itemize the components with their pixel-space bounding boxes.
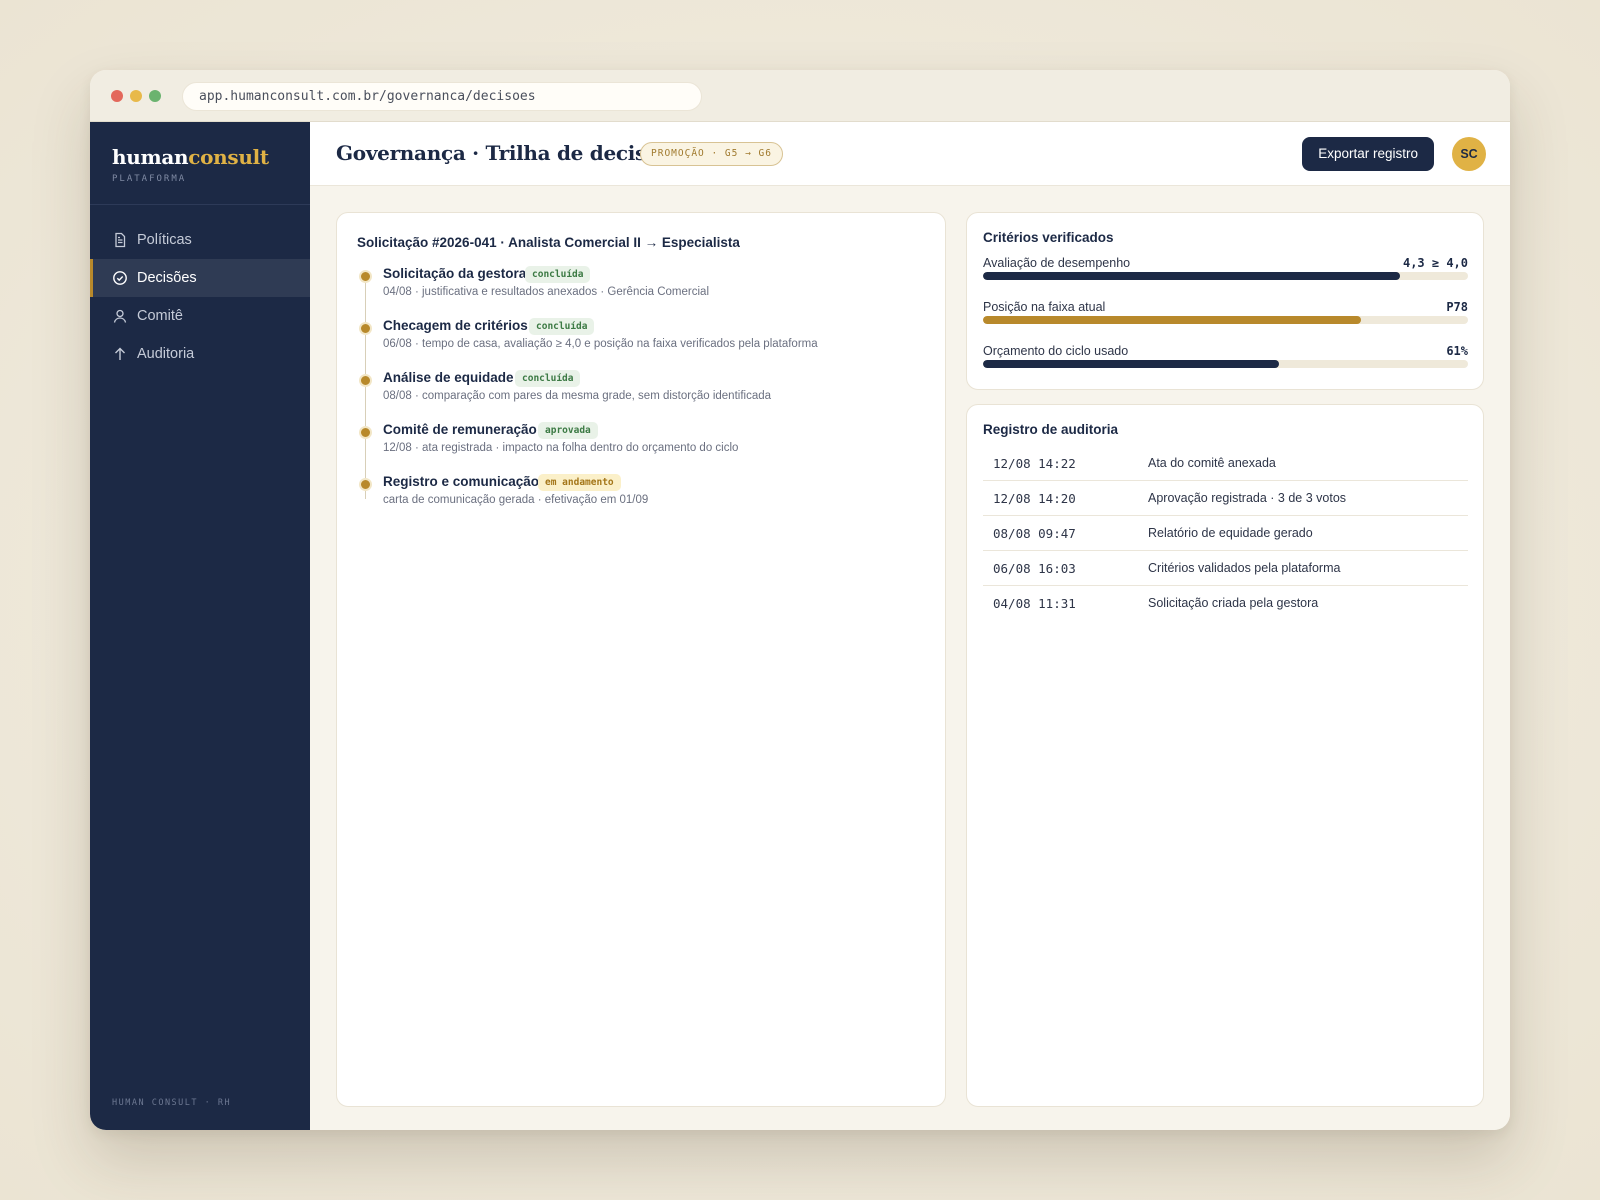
request-title: Solicitação #2026-041 · Analista Comerci… <box>357 235 740 250</box>
table-row: 04/08 11:31 Solicitação criada pela gest… <box>983 586 1468 621</box>
sidebar-item-label: Comitê <box>137 308 183 324</box>
brand-logo: humanconsult <box>112 145 269 169</box>
step-description: 08/08 · comparação com pares da mesma gr… <box>383 390 772 402</box>
audit-time: 04/08 11:31 <box>993 596 1076 611</box>
step-description: 04/08 · justificativa e resultados anexa… <box>383 286 709 298</box>
export-record-button[interactable]: Exportar registro <box>1302 137 1434 171</box>
timeline-step: Comitê de remuneração aprovada 12/08 · a… <box>357 421 927 461</box>
progress-fill <box>983 316 1362 324</box>
step-dot <box>359 374 372 387</box>
metric-label: Avaliação de desempenho <box>983 256 1131 270</box>
audit-event: Solicitação criada pela gestora <box>1148 596 1319 610</box>
progress-track <box>983 272 1468 280</box>
table-row: 12/08 14:20 Aprovação registrada · 3 de … <box>983 481 1468 516</box>
maximize-window-button[interactable] <box>149 90 161 102</box>
audit-time: 12/08 14:22 <box>993 456 1076 471</box>
status-badge: aprovada <box>538 422 598 439</box>
audit-table: 12/08 14:22 Ata do comitê anexada 12/08 … <box>983 446 1468 621</box>
request-card: Solicitação #2026-041 · Analista Comerci… <box>336 212 946 1107</box>
step-title: Solicitação da gestora <box>383 266 527 281</box>
progress-track <box>983 316 1468 324</box>
criteria-card: Critérios verificados Avaliação de desem… <box>966 212 1484 390</box>
status-badge: concluída <box>529 318 595 335</box>
progress-fill <box>983 272 1401 280</box>
brand-primary: human <box>112 145 189 169</box>
status-badge: em andamento <box>538 474 621 491</box>
metric-value: 4,3 ≥ 4,0 <box>1402 256 1468 270</box>
sidebar-item-decisoes[interactable]: Decisões <box>90 259 310 297</box>
audit-event: Ata do comitê anexada <box>1148 456 1276 470</box>
step-title: Registro e comunicação <box>383 474 540 489</box>
metric-label: Orçamento do ciclo usado <box>983 344 1129 358</box>
step-description: 06/08 · tempo de casa, avaliação ≥ 4,0 e… <box>383 338 818 350</box>
timeline-step: Registro e comunicação em andamento cart… <box>357 473 927 513</box>
browser-titlebar: app.humanconsult.com.br/governanca/decis… <box>90 70 1510 122</box>
timeline-step: Análise de equidade concluída 08/08 · co… <box>357 369 927 409</box>
brand-subtitle: PLATAFORMA <box>112 174 187 184</box>
criteria-metric: Avaliação de desempenho 4,3 ≥ 4,0 <box>983 256 1468 286</box>
avatar[interactable]: SC <box>1452 137 1486 171</box>
page-title: Governança · Trilha de decisão <box>336 141 672 165</box>
document-icon <box>115 232 126 248</box>
promotion-badge: PROMOÇÃO · G5 → G6 <box>640 142 783 166</box>
audit-event: Critérios validados pela plataforma <box>1148 561 1341 575</box>
step-description: carta de comunicação gerada · efetivação… <box>383 494 649 506</box>
metric-label: Posição na faixa atual <box>983 300 1106 314</box>
main-content: Governança · Trilha de decisão PROMOÇÃO … <box>310 122 1510 1130</box>
timeline-step: Checagem de critérios concluída 06/08 · … <box>357 317 927 357</box>
table-row: 06/08 16:03 Critérios validados pela pla… <box>983 551 1468 586</box>
step-dot <box>359 322 372 335</box>
audit-time: 08/08 09:47 <box>993 526 1076 541</box>
sidebar-item-label: Auditoria <box>137 346 195 362</box>
step-title: Comitê de remuneração <box>383 422 537 437</box>
audit-event: Relatório de equidade gerado <box>1148 526 1313 540</box>
browser-window: app.humanconsult.com.br/governanca/decis… <box>90 70 1510 1130</box>
step-dot <box>359 270 372 283</box>
status-badge: concluída <box>515 370 581 387</box>
sidebar-item-label: Políticas <box>137 232 192 248</box>
close-window-button[interactable] <box>111 90 123 102</box>
audit-card: Registro de auditoria 12/08 14:22 Ata do… <box>966 404 1484 1107</box>
timeline-step: Solicitação da gestora concluída 04/08 ·… <box>357 265 927 305</box>
arrow-up-icon <box>115 347 125 360</box>
sidebar-item-auditoria[interactable]: Auditoria <box>90 335 310 373</box>
step-description: 12/08 · ata registrada · impacto na folh… <box>383 442 739 454</box>
step-dot <box>359 426 372 439</box>
metric-value: P78 <box>1446 300 1468 314</box>
criteria-heading: Critérios verificados <box>983 230 1114 245</box>
audit-heading: Registro de auditoria <box>983 422 1119 437</box>
sidebar-item-comite[interactable]: Comitê <box>90 297 310 335</box>
step-title: Análise de equidade <box>383 370 514 385</box>
metric-value: 61% <box>1446 344 1468 358</box>
step-dot <box>359 478 372 491</box>
table-row: 12/08 14:22 Ata do comitê anexada <box>983 446 1468 481</box>
minimize-window-button[interactable] <box>130 90 142 102</box>
sidebar-footer: HUMAN CONSULT · RH <box>112 1098 232 1108</box>
criteria-metric: Posição na faixa atual P78 <box>983 300 1468 330</box>
audit-time: 12/08 14:20 <box>993 491 1076 506</box>
user-icon <box>113 309 127 323</box>
sidebar-item-politicas[interactable]: Políticas <box>90 221 310 259</box>
progress-fill <box>983 360 1279 368</box>
audit-time: 06/08 16:03 <box>993 561 1076 576</box>
criteria-metric: Orçamento do ciclo usado 61% <box>983 344 1468 374</box>
table-row: 08/08 09:47 Relatório de equidade gerado <box>983 516 1468 551</box>
step-title: Checagem de critérios <box>383 318 528 333</box>
status-badge: concluída <box>525 266 591 283</box>
progress-track <box>983 360 1468 368</box>
brand-accent: consult <box>188 145 269 169</box>
sidebar-divider <box>90 204 310 205</box>
check-circle-icon <box>113 271 127 285</box>
page-header: Governança · Trilha de decisão PROMOÇÃO … <box>310 122 1510 186</box>
sidebar-item-label: Decisões <box>137 270 197 286</box>
audit-event: Aprovação registrada · 3 de 3 votos <box>1148 491 1347 505</box>
sidebar: humanconsult PLATAFORMA Políticas Decisõ… <box>90 122 310 1130</box>
address-bar[interactable]: app.humanconsult.com.br/governanca/decis… <box>182 82 702 111</box>
